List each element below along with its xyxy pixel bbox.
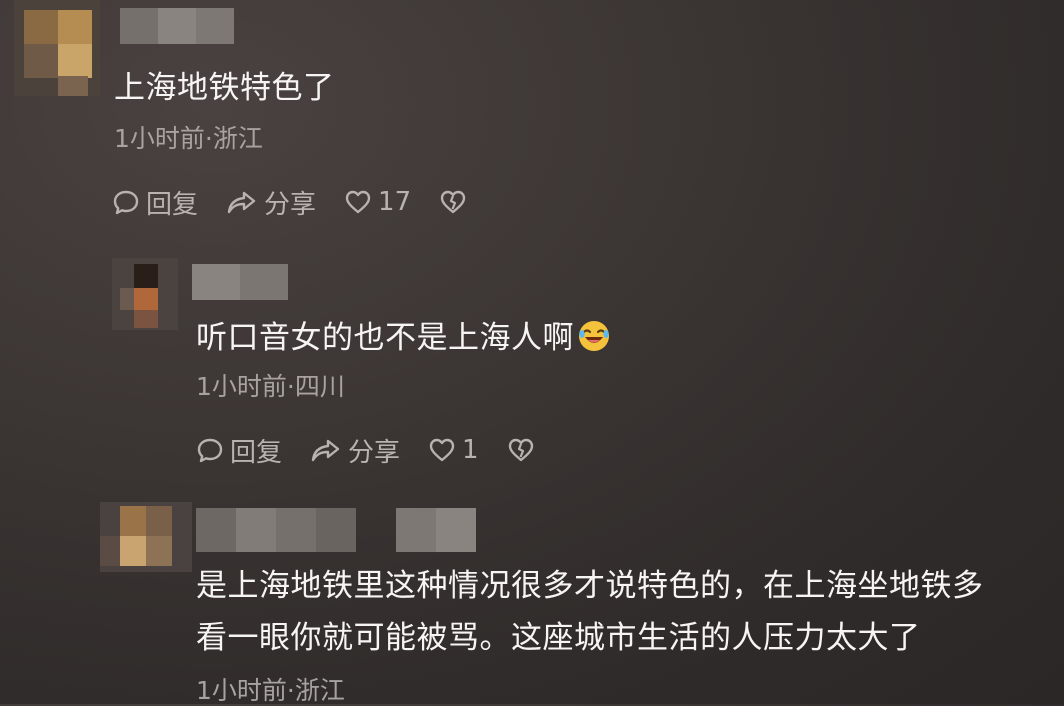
comment-bubble-icon bbox=[196, 436, 224, 464]
avatar[interactable] bbox=[100, 502, 192, 572]
broken-heart-icon bbox=[439, 188, 467, 216]
like-button[interactable]: 17 bbox=[344, 187, 411, 217]
share-arrow-icon bbox=[226, 188, 258, 216]
share-button[interactable]: 分享 bbox=[226, 184, 316, 221]
like-count: 1 bbox=[462, 435, 479, 465]
reply-button[interactable]: 回复 bbox=[112, 184, 198, 221]
username-blurred[interactable] bbox=[196, 508, 476, 552]
share-label: 分享 bbox=[264, 189, 317, 220]
heart-icon bbox=[344, 188, 372, 216]
username-blurred[interactable] bbox=[120, 8, 234, 44]
share-button[interactable]: 分享 bbox=[310, 432, 400, 469]
username-blurred[interactable] bbox=[192, 264, 288, 300]
share-label: 分享 bbox=[348, 437, 401, 468]
comment-meta: 1小时前·浙江 bbox=[114, 124, 263, 153]
like-count: 17 bbox=[378, 187, 412, 217]
comment-meta: 1小时前·四川 bbox=[196, 372, 345, 401]
comment-text-line1: 是上海地铁里这种情况很多才说特色的，在上海坐地铁多 bbox=[196, 568, 984, 604]
like-button[interactable]: 1 bbox=[428, 435, 479, 465]
reply-button[interactable]: 回复 bbox=[196, 432, 282, 469]
dislike-button[interactable] bbox=[507, 436, 535, 464]
heart-icon bbox=[428, 436, 456, 464]
comment-text: 听口音女的也不是上海人啊 bbox=[196, 316, 610, 360]
reply-label: 回复 bbox=[230, 437, 283, 468]
comment-text-content: 听口音女的也不是上海人啊 bbox=[196, 320, 574, 356]
broken-heart-icon bbox=[507, 436, 535, 464]
comment-text-line2: 看一眼你就可能被骂。这座城市生活的人压力太大了 bbox=[196, 620, 921, 656]
share-arrow-icon bbox=[310, 436, 342, 464]
comment-actions: 回复 分享 1 bbox=[196, 432, 535, 468]
comment-bubble-icon bbox=[112, 188, 140, 216]
comment-actions: 回复 分享 17 bbox=[112, 184, 467, 220]
avatar[interactable] bbox=[112, 258, 178, 330]
avatar[interactable] bbox=[14, 0, 100, 96]
laughing-crying-emoji bbox=[578, 320, 610, 352]
comment-text: 上海地铁特色了 bbox=[114, 70, 335, 106]
dislike-button[interactable] bbox=[439, 188, 467, 216]
reply-label: 回复 bbox=[146, 189, 199, 220]
comment-meta: 1小时前·浙江 bbox=[196, 676, 345, 705]
